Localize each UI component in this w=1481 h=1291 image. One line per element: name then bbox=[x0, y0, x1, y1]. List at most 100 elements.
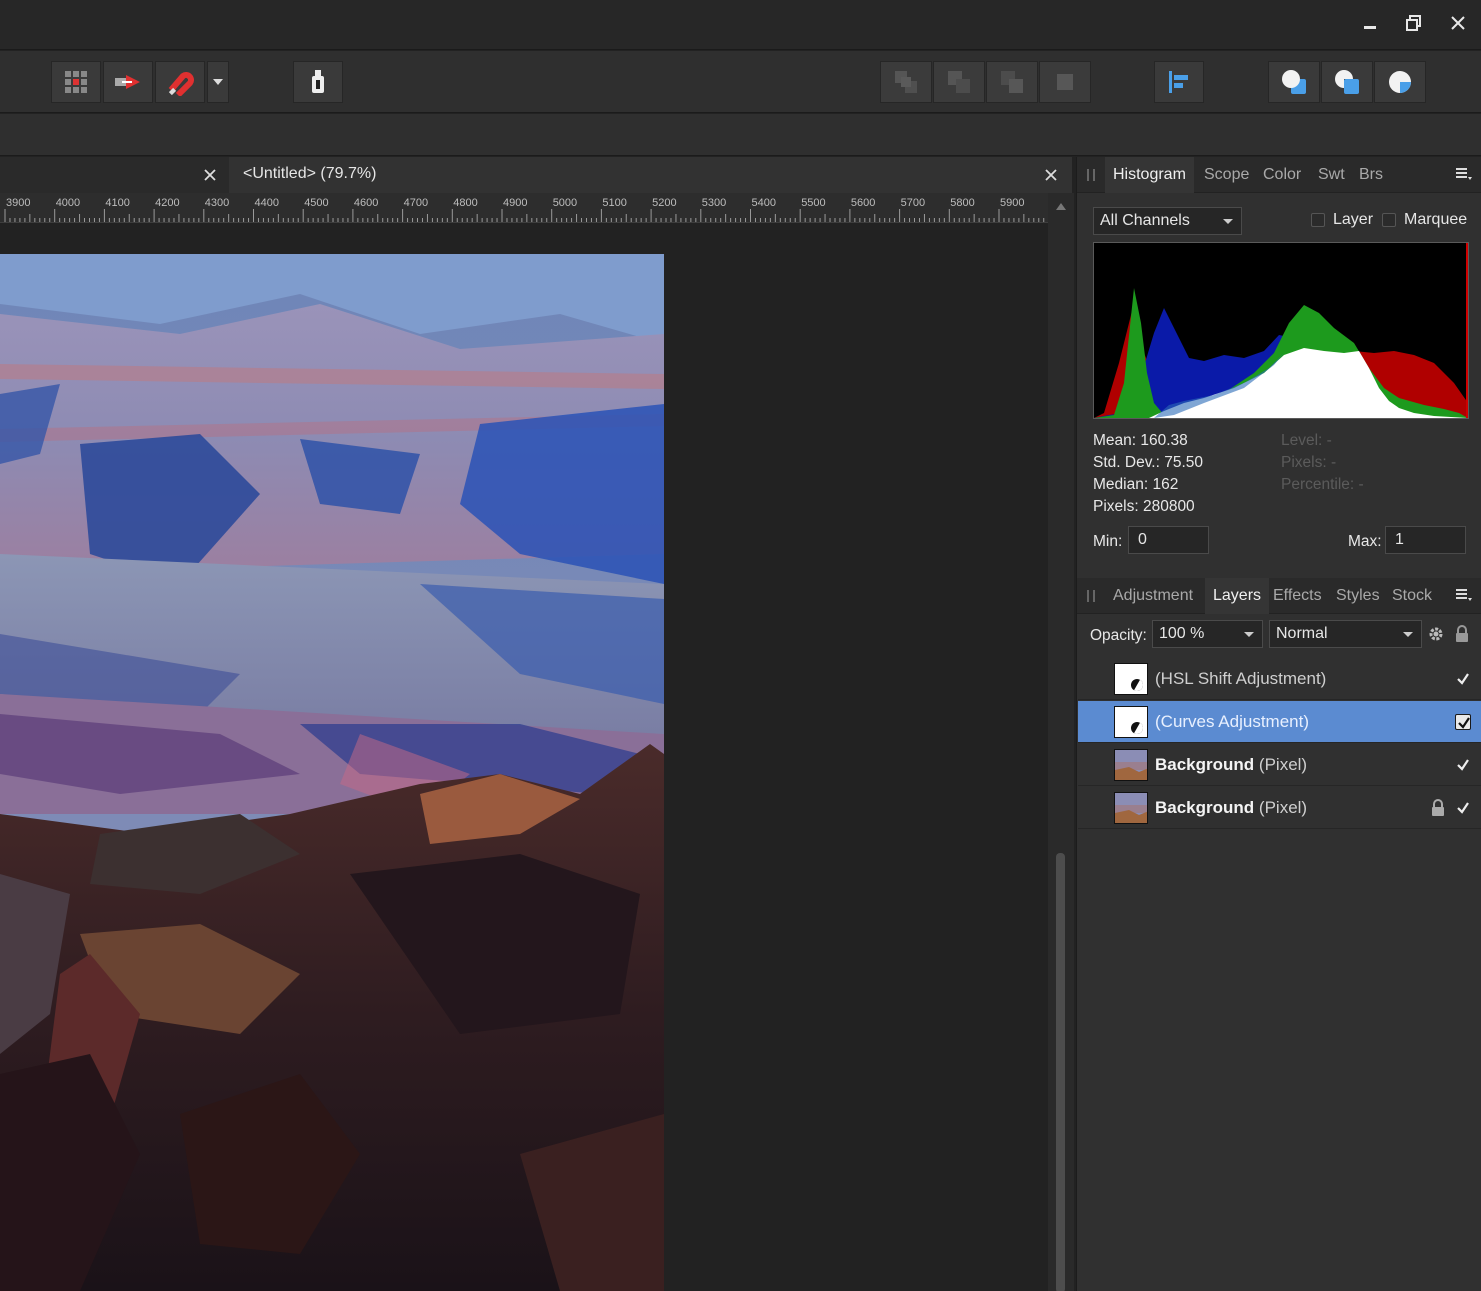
visibility-checkbox[interactable] bbox=[1455, 757, 1471, 773]
restore-button[interactable] bbox=[1394, 8, 1434, 38]
canyon-thumbnail-image bbox=[1115, 793, 1147, 823]
arrange-forward-button[interactable] bbox=[986, 61, 1038, 103]
marquee-checkbox-label: Marquee bbox=[1404, 211, 1468, 228]
restore-icon bbox=[1406, 15, 1421, 31]
channel-dropdown[interactable]: All Channels bbox=[1093, 207, 1242, 235]
snapping-button[interactable] bbox=[155, 61, 205, 103]
tab-close-button[interactable] bbox=[1039, 163, 1063, 187]
ruler-label: 4300 bbox=[205, 197, 229, 209]
align-button[interactable] bbox=[1154, 61, 1204, 103]
layer-row-curves[interactable]: (Curves Adjustment) bbox=[1078, 701, 1481, 743]
tab-styles[interactable]: Styles bbox=[1328, 578, 1388, 614]
move-snap-button[interactable] bbox=[103, 61, 153, 103]
scrollbar-thumb[interactable] bbox=[1056, 853, 1065, 1291]
tab-layers[interactable]: Layers bbox=[1205, 578, 1270, 614]
lock-icon[interactable] bbox=[1455, 625, 1469, 643]
dropdown-arrow-icon bbox=[213, 79, 223, 85]
lock-icon[interactable] bbox=[1431, 799, 1445, 817]
gear-icon[interactable] bbox=[1428, 626, 1444, 642]
boolean-intersect-button[interactable] bbox=[1374, 61, 1426, 103]
title-bar bbox=[0, 0, 1481, 50]
layer-row-hsl-shift[interactable]: (HSL Shift Adjustment) bbox=[1078, 658, 1481, 700]
ruler-label: 4500 bbox=[304, 197, 328, 209]
min-input[interactable]: 0 bbox=[1128, 526, 1209, 554]
tab-scope[interactable]: Scope bbox=[1196, 157, 1257, 193]
pixel-thumbnail bbox=[1114, 792, 1148, 824]
panel-menu-icon[interactable] bbox=[1456, 167, 1472, 181]
min-label: Min: bbox=[1093, 533, 1123, 550]
boolean-subtract-icon bbox=[1335, 70, 1359, 94]
ruler-label: 5700 bbox=[901, 197, 925, 209]
ruler-label: 4000 bbox=[56, 197, 80, 209]
ruler-label: 4200 bbox=[155, 197, 179, 209]
pixels-level-stat: Pixels: - bbox=[1281, 454, 1337, 471]
histogram-chart bbox=[1093, 242, 1469, 419]
document-image[interactable] bbox=[0, 254, 664, 1291]
blend-mode-value: Normal bbox=[1276, 625, 1328, 642]
document-tab-previous[interactable] bbox=[0, 157, 229, 193]
minimize-icon bbox=[1364, 26, 1376, 29]
visibility-checkbox[interactable] bbox=[1455, 671, 1471, 687]
canyon-photo bbox=[0, 254, 664, 1291]
arrange-backward-button[interactable] bbox=[933, 61, 985, 103]
layer-name: Background (Pixel) bbox=[1155, 798, 1308, 817]
ruler-label: 4400 bbox=[255, 197, 279, 209]
panel-grip-icon[interactable] bbox=[1087, 169, 1095, 181]
layer-name: (Curves Adjustment) bbox=[1155, 712, 1309, 731]
ruler-label: 4900 bbox=[503, 197, 527, 209]
ruler-label: 5500 bbox=[801, 197, 825, 209]
canvas-area[interactable] bbox=[0, 224, 1048, 1291]
ruler-label: 5100 bbox=[602, 197, 626, 209]
tab-color[interactable]: Color bbox=[1255, 157, 1309, 193]
arrange-front-button[interactable] bbox=[1039, 61, 1091, 103]
opacity-dropdown[interactable]: 100 % bbox=[1152, 620, 1263, 648]
opacity-value: 100 % bbox=[1159, 625, 1205, 642]
panel-menu-icon[interactable] bbox=[1456, 588, 1472, 602]
minimize-button[interactable] bbox=[1350, 8, 1390, 38]
document-tab-current[interactable]: <Untitled> (79.7%) bbox=[229, 157, 1072, 193]
chevron-down-icon bbox=[1403, 632, 1413, 637]
ruler-label: 5000 bbox=[553, 197, 577, 209]
layer-row-background-locked[interactable]: Background (Pixel) bbox=[1078, 787, 1481, 829]
align-left-icon bbox=[1169, 71, 1188, 93]
marquee-checkbox[interactable] bbox=[1382, 213, 1396, 227]
close-icon bbox=[204, 169, 216, 181]
boolean-add-button[interactable] bbox=[1268, 61, 1320, 103]
level-stat: Level: - bbox=[1281, 432, 1332, 449]
tab-swatches[interactable]: Swt bbox=[1310, 157, 1353, 193]
max-input[interactable]: 1 bbox=[1385, 526, 1466, 554]
snapping-options-dropdown[interactable] bbox=[207, 61, 229, 103]
tab-brushes[interactable]: Brs bbox=[1351, 157, 1391, 193]
layer-checkbox[interactable] bbox=[1311, 213, 1325, 227]
boolean-subtract-button[interactable] bbox=[1321, 61, 1373, 103]
pixels-stat: Pixels: 280800 bbox=[1093, 498, 1195, 515]
tab-effects[interactable]: Effects bbox=[1265, 578, 1330, 614]
histogram-panel-tabs: Histogram Scope Color Swt Brs bbox=[1077, 157, 1481, 193]
visibility-checkbox[interactable] bbox=[1455, 714, 1471, 730]
tab-close-button[interactable] bbox=[198, 163, 222, 187]
arrange-back-button[interactable] bbox=[880, 61, 932, 103]
pixel-thumbnail bbox=[1114, 749, 1148, 781]
ruler-label: 4800 bbox=[453, 197, 477, 209]
tab-adjustment[interactable]: Adjustment bbox=[1105, 578, 1201, 614]
context-toolbar bbox=[0, 114, 1481, 156]
close-window-button[interactable] bbox=[1438, 8, 1478, 38]
mask-button[interactable] bbox=[293, 61, 343, 103]
histogram-graph bbox=[1094, 243, 1468, 418]
ruler-label: 5900 bbox=[1000, 197, 1024, 209]
up-arrow-icon bbox=[1056, 202, 1066, 210]
horizontal-ruler[interactable]: 3900 4000 4100 4200 4300 4400 4500 4600 4700 4800… bbox=[0, 193, 1048, 223]
median-stat: Median: 162 bbox=[1093, 476, 1179, 493]
visibility-checkbox[interactable] bbox=[1455, 800, 1471, 816]
layer-row-background[interactable]: Background (Pixel) bbox=[1078, 744, 1481, 786]
scroll-up-button[interactable] bbox=[1053, 199, 1069, 213]
tab-histogram[interactable]: Histogram bbox=[1105, 157, 1194, 193]
tab-stock[interactable]: Stock bbox=[1384, 578, 1440, 614]
blend-mode-dropdown[interactable]: Normal bbox=[1269, 620, 1422, 648]
grid-button[interactable] bbox=[51, 61, 101, 103]
document-tab-label: <Untitled> (79.7%) bbox=[243, 165, 377, 182]
panel-grip-icon[interactable] bbox=[1087, 590, 1095, 602]
main-toolbar bbox=[0, 51, 1481, 113]
vertical-scrollbar[interactable] bbox=[1048, 193, 1074, 1291]
ruler-ticks: 3900 4000 4100 4200 4300 4400 4500 4600 4700 4800… bbox=[4, 197, 1045, 222]
